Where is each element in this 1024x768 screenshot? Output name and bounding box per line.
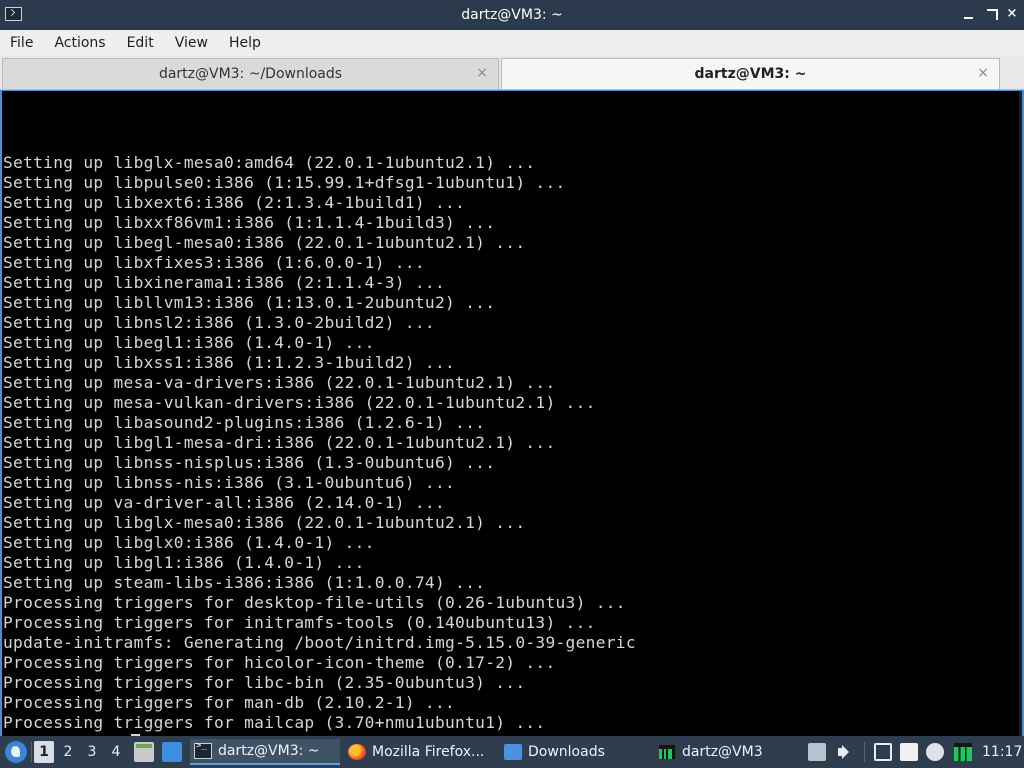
task-label: dartz@VM3 [682, 744, 763, 760]
show-desktop-icon[interactable] [162, 742, 182, 762]
clipboard-icon[interactable] [900, 743, 918, 761]
task-system-monitor[interactable]: dartz@VM3 [656, 739, 796, 765]
menu-file[interactable]: File [10, 35, 33, 51]
minimize-icon[interactable] [962, 7, 976, 21]
taskbar: 1 2 3 4 dartz@VM3: ~ Mozilla Firefox... … [0, 736, 1024, 768]
terminal-lines: Setting up libglx-mesa0:amd64 (22.0.1-1u… [3, 93, 1022, 736]
removable-media-icon[interactable] [808, 743, 826, 761]
window-titlebar[interactable]: dartz@VM3: ~ × [0, 0, 1024, 30]
terminal-line: Setting up va-driver-all:i386 (2.14.0-1)… [3, 493, 446, 512]
task-downloads[interactable]: Downloads [502, 739, 652, 765]
tab-close-icon[interactable]: × [977, 65, 989, 81]
terminal-line: Setting up libllvm13:i386 (1:13.0.1-2ubu… [3, 293, 496, 312]
taskbar-separator [31, 742, 32, 762]
terminal-line: Setting up libasound2-plugins:i386 (1.2.… [3, 413, 486, 432]
terminal-line: Setting up libegl-mesa0:i386 (22.0.1-1ub… [3, 233, 526, 252]
terminal-line: Setting up libnss-nisplus:i386 (1.3-0ubu… [3, 453, 496, 472]
terminal-line: Setting up libxfixes3:i386 (1:6.0.0-1) .… [3, 253, 425, 272]
task-firefox[interactable]: Mozilla Firefox... [346, 739, 496, 765]
terminal-line: Setting up libglx-mesa0:amd64 (22.0.1-1u… [3, 153, 536, 172]
network-icon[interactable] [874, 743, 892, 761]
workspace-2[interactable]: 2 [58, 741, 78, 763]
tab-label: dartz@VM3: ~/Downloads [158, 66, 343, 82]
maximize-icon[interactable] [985, 7, 999, 21]
task-label: Mozilla Firefox... [372, 744, 485, 760]
terminal-line: Setting up libxss1:i386 (1:1.2.3-1build2… [3, 353, 456, 372]
tab-close-icon[interactable]: × [476, 65, 488, 81]
close-icon[interactable]: × [1005, 7, 1019, 21]
window-title: dartz@VM3: ~ [461, 7, 563, 23]
tab-bar: dartz@VM3: ~/Downloads × dartz@VM3: ~ × [0, 56, 1024, 90]
terminal-line: Processing triggers for desktop-file-uti… [3, 593, 626, 612]
workspace-4[interactable]: 4 [106, 741, 126, 763]
terminal-line: Processing triggers for man-db (2.10.2-1… [3, 693, 456, 712]
terminal-line: Setting up libgl1:i386 (1.4.0-1) ... [3, 553, 365, 572]
menu-actions[interactable]: Actions [54, 35, 105, 51]
terminal-line: Setting up libpulse0:i386 (1:15.99.1+dfs… [3, 173, 566, 192]
file-manager-icon[interactable] [134, 742, 154, 762]
system-monitor-icon [658, 744, 676, 760]
taskbar-separator [864, 742, 865, 762]
workspace-1[interactable]: 1 [34, 741, 54, 763]
terminal-line: Setting up libegl1:i386 (1.4.0-1) ... [3, 333, 375, 352]
terminal-line: Setting up libxinerama1:i386 (2:1.1.4-3)… [3, 273, 446, 292]
task-label: Downloads [528, 744, 605, 760]
terminal-line: Processing triggers for mailcap (3.70+nm… [3, 713, 546, 732]
terminal-line: Setting up libxxf86vm1:i386 (1:1.1.4-1bu… [3, 213, 496, 232]
notification-icon[interactable] [926, 743, 944, 761]
folder-icon [504, 744, 522, 760]
terminal-line: Setting up libglx0:i386 (1.4.0-1) ... [3, 533, 375, 552]
terminal-line: Setting up mesa-va-drivers:i386 (22.0.1-… [3, 373, 556, 392]
cpu-monitor-icon[interactable] [954, 743, 972, 761]
task-terminal[interactable]: dartz@VM3: ~ [190, 739, 340, 765]
terminal-line: Processing triggers for hicolor-icon-the… [3, 653, 556, 672]
menu-edit[interactable]: Edit [127, 35, 154, 51]
terminal-line: Processing triggers for initramfs-tools … [3, 613, 596, 632]
terminal-scrollbar[interactable] [1019, 91, 1022, 736]
terminal-line: Processing triggers for libc-bin (2.35-0… [3, 673, 526, 692]
clock[interactable]: 11:17 [982, 736, 1022, 768]
task-label: dartz@VM3: ~ [218, 743, 320, 759]
terminal-line: Setting up steam-libs-i386:i386 (1:1.0.0… [3, 573, 486, 592]
menu-help[interactable]: Help [229, 35, 261, 51]
terminal-icon [194, 741, 212, 759]
terminal-line: update-initramfs: Generating /boot/initr… [3, 633, 636, 652]
tab-label: dartz@VM3: ~ [694, 66, 807, 82]
firefox-icon [348, 744, 366, 760]
terminal-line: Setting up libnss-nis:i386 (3.1-0ubuntu6… [3, 473, 456, 492]
tab-downloads[interactable]: dartz@VM3: ~/Downloads × [2, 58, 499, 89]
terminal-line: Setting up libxext6:i386 (2:1.3.4-1build… [3, 193, 466, 212]
volume-icon[interactable] [836, 743, 854, 761]
workspace-3[interactable]: 3 [82, 741, 102, 763]
terminal-output[interactable]: Setting up libglx-mesa0:amd64 (22.0.1-1u… [0, 90, 1024, 736]
terminal-line: Setting up libgl1-mesa-dri:i386 (22.0.1-… [3, 433, 556, 452]
menu-bar: File Actions Edit View Help [0, 30, 1024, 56]
terminal-line: Setting up mesa-vulkan-drivers:i386 (22.… [3, 393, 596, 412]
terminal-line: Setting up libglx-mesa0:i386 (22.0.1-1ub… [3, 513, 526, 532]
terminal-line: Setting up libnsl2:i386 (1.3.0-2build2) … [3, 313, 435, 332]
menu-view[interactable]: View [175, 35, 208, 51]
tab-home[interactable]: dartz@VM3: ~ × [501, 58, 1000, 89]
start-menu-icon[interactable] [5, 741, 27, 763]
